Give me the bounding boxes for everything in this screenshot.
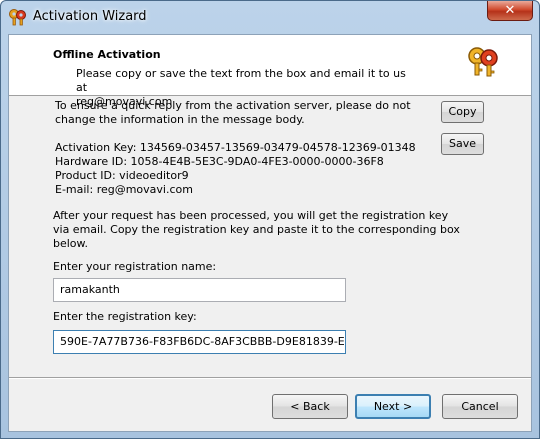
product-id-text: Product ID: videoeditor9 [55, 169, 189, 182]
back-button[interactable]: < Back [272, 394, 348, 419]
activation-wizard-window: Activation Wizard ✕ Offline Activation P… [0, 0, 540, 439]
instructions-line: After your request has been processed, y… [53, 209, 449, 222]
close-icon: ✕ [504, 3, 516, 18]
registration-key-label: Enter the registration key: [53, 310, 197, 323]
registration-key-value: 590E-7A77B736-F83FB6DC-8AF3CBBB-D9E81839… [60, 335, 346, 348]
keys-app-icon [9, 9, 26, 26]
cancel-button[interactable]: Cancel [442, 394, 518, 419]
close-button[interactable]: ✕ [487, 1, 533, 21]
instructions-line: below. [53, 237, 89, 250]
save-button[interactable]: Save [441, 133, 484, 155]
keys-icon [468, 47, 498, 77]
wizard-header: Offline Activation Please copy or save t… [9, 35, 531, 108]
hardware-id-text: Hardware ID: 1058-4E4B-5E3C-9DA0-4FE3-00… [55, 155, 384, 168]
registration-key-input[interactable]: 590E-7A77B736-F83FB6DC-8AF3CBBB-D9E81839… [53, 330, 346, 354]
registration-name-input[interactable]: ramakanth [53, 278, 346, 302]
registration-name-value: ramakanth [60, 283, 120, 296]
copy-button[interactable]: Copy [441, 101, 484, 123]
instructions-text: After your request has been processed, y… [53, 209, 473, 251]
activation-key-text: Activation Key: 134569-03457-13569-03479… [55, 141, 416, 154]
next-button[interactable]: Next > [355, 394, 431, 419]
message-line: To ensure a quick reply from the activat… [55, 99, 411, 112]
message-line: change the information in the message bo… [55, 113, 305, 126]
registration-name-label: Enter your registration name: [53, 260, 217, 273]
footer-divider [9, 377, 531, 379]
title-bar[interactable]: Activation Wizard ✕ [1, 1, 539, 34]
window-title: Activation Wizard [33, 9, 147, 24]
subtitle-line: Please copy or save the text from the bo… [76, 67, 406, 94]
email-text: E-mail: reg@movavi.com [55, 183, 193, 196]
wizard-client-area: Offline Activation Please copy or save t… [8, 34, 532, 432]
page-title: Offline Activation [53, 48, 161, 61]
instructions-line: via email. Copy the registration key and… [53, 223, 460, 236]
